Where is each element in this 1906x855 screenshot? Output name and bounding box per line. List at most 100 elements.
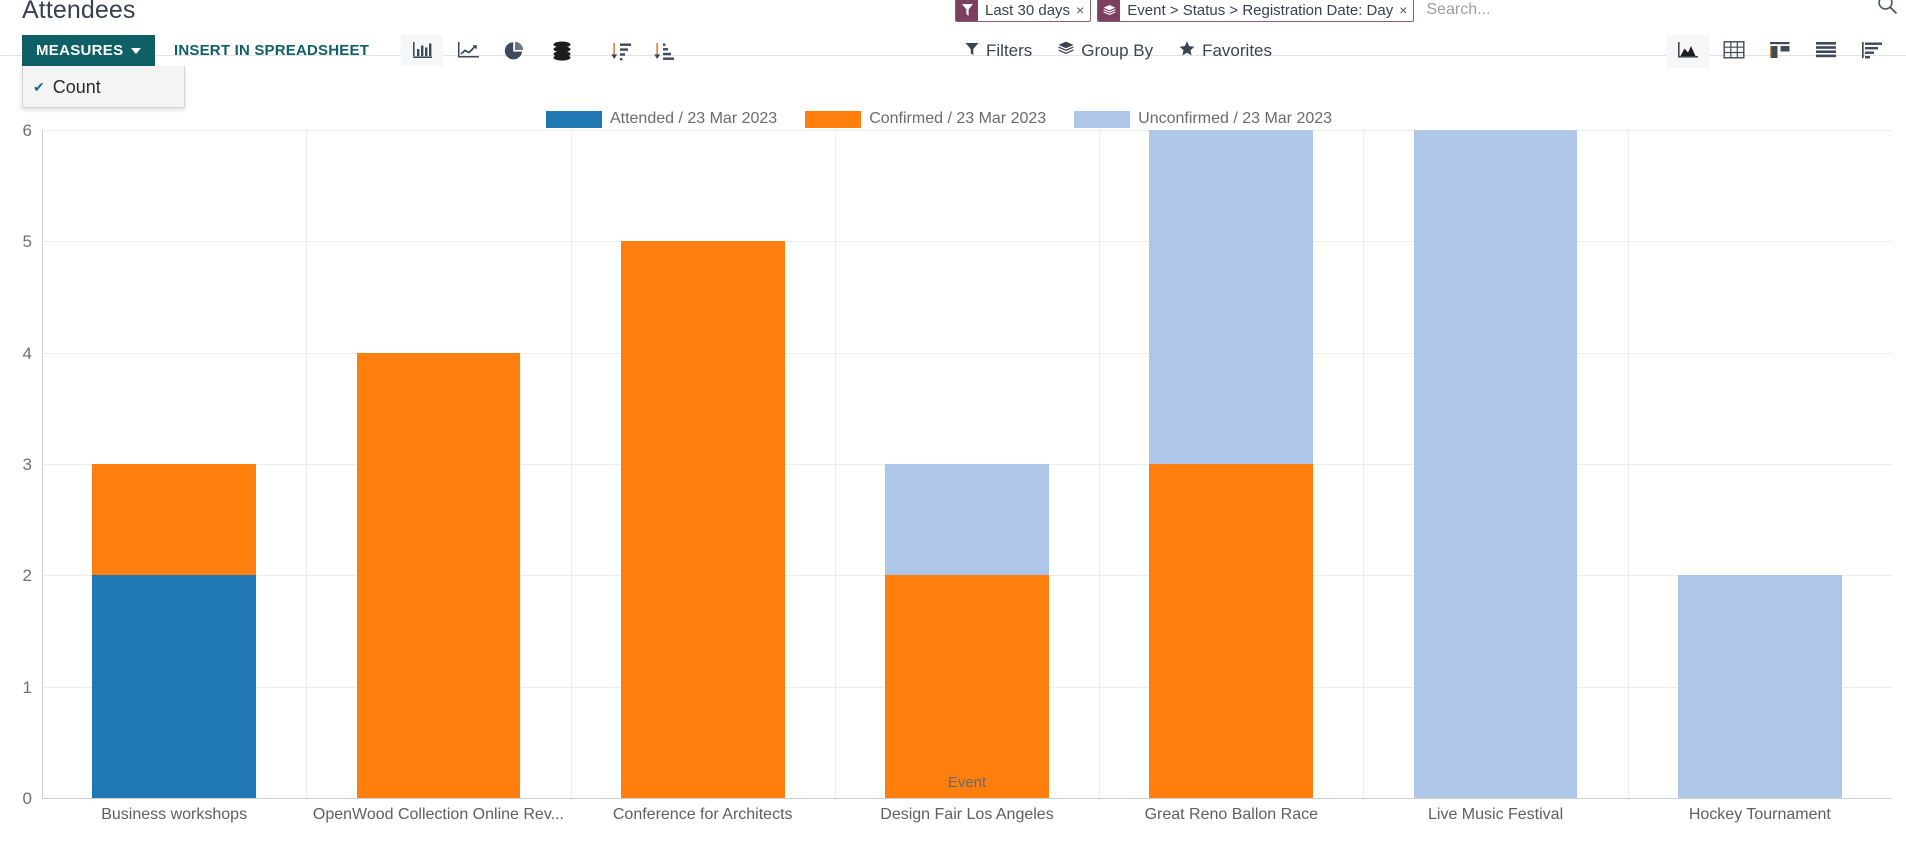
- x-axis-tick-label: Design Fair Los Angeles: [880, 806, 1054, 823]
- x-axis-title: Event: [947, 774, 987, 791]
- bar-segment[interactable]: [1413, 130, 1578, 798]
- measures-dropdown-menu[interactable]: ✔ Count: [22, 66, 185, 108]
- group-by-button[interactable]: Group By: [1058, 41, 1153, 61]
- pivot-view-icon: [1723, 40, 1745, 63]
- vertical-gridline: [1099, 130, 1101, 798]
- facet-label: Event > Status > Registration Date: Day: [1127, 1, 1394, 19]
- facet-remove-icon[interactable]: ×: [1076, 0, 1090, 21]
- insert-in-spreadsheet-button[interactable]: INSERT IN SPREADSHEET: [160, 35, 383, 66]
- bar-segment[interactable]: [620, 241, 785, 798]
- cohort-view-button[interactable]: [1850, 35, 1894, 68]
- y-axis-tick: 4: [22, 343, 32, 363]
- measures-item-label: Count: [52, 77, 101, 97]
- insert-label: INSERT IN SPREADSHEET: [174, 42, 370, 59]
- bar-segment[interactable]: [1677, 575, 1842, 798]
- x-axis-tick-label: Live Music Festival: [1427, 806, 1564, 823]
- bar-group[interactable]: [1149, 130, 1314, 798]
- legend-swatch: [545, 110, 602, 128]
- stacked-button[interactable]: [541, 35, 583, 66]
- bar-chart-button[interactable]: [401, 35, 443, 66]
- bar-segment[interactable]: [1149, 130, 1314, 464]
- favorites-button[interactable]: Favorites: [1179, 41, 1272, 61]
- measures-button[interactable]: MEASURES: [22, 35, 156, 66]
- legend-swatch: [1074, 110, 1131, 128]
- sort-descending-button[interactable]: [600, 35, 642, 66]
- kanban-view-icon: [1769, 41, 1791, 63]
- sort-ascending-icon: [653, 41, 675, 61]
- legend-item[interactable]: Attended / 23 Mar 2023: [545, 110, 778, 128]
- pie-chart-icon: [504, 41, 524, 61]
- y-axis-tick: 5: [22, 232, 32, 252]
- cohort-view-icon: [1861, 41, 1883, 63]
- list-view-button[interactable]: [1804, 35, 1848, 68]
- facet-remove-icon[interactable]: ×: [1399, 0, 1413, 21]
- vertical-gridline: [1627, 130, 1629, 798]
- graph-view-icon: [1677, 41, 1699, 63]
- x-axis-tick-label: Business workshops: [101, 806, 248, 823]
- chart-legend: Attended / 23 Mar 2023 Confirmed / 23 Mar…: [0, 110, 1906, 128]
- vertical-gridline: [1363, 130, 1365, 798]
- bar-group[interactable]: [885, 130, 1049, 798]
- graph-view-page: Attendees Last 30 days × Event > Status …: [0, 0, 1906, 855]
- star-icon: [1179, 41, 1195, 61]
- search-view[interactable]: Last 30 days × Event > Status > Registra…: [955, 0, 1906, 24]
- sort-descending-icon: [610, 41, 632, 61]
- facet-label: Last 30 days: [985, 1, 1071, 19]
- check-icon: ✔: [33, 79, 45, 95]
- bar-group[interactable]: [356, 130, 521, 798]
- graph-renderer: Attended / 23 Mar 2023 Confirmed / 23 Mar…: [0, 74, 1906, 855]
- legend-label: Unconfirmed / 23 Mar 2023: [1138, 110, 1333, 127]
- pie-chart-button[interactable]: [493, 35, 535, 66]
- legend-item[interactable]: Confirmed / 23 Mar 2023: [805, 110, 1046, 128]
- bar-segment[interactable]: [1149, 464, 1314, 798]
- y-axis-line: [42, 130, 43, 798]
- group-by-label: Group By: [1081, 41, 1154, 60]
- chart-plot-area: 0 1 2 3 4 5 6 Business workshops OpenWood Collec…: [23, 121, 1892, 823]
- bar-segment[interactable]: [92, 464, 257, 576]
- bar-group[interactable]: [620, 130, 785, 798]
- pivot-view-button[interactable]: [1712, 35, 1756, 68]
- search-dropdown-actions: Filters Group By Favorites: [965, 41, 1272, 61]
- layers-icon: [1058, 41, 1074, 61]
- control-panel-bottom: MEASURES ✔ Count INSERT IN SPREADSHEET F…: [0, 33, 1906, 108]
- facet-last-30-days[interactable]: Last 30 days ×: [955, 0, 1092, 22]
- bar-group[interactable]: [1413, 130, 1578, 798]
- favorites-label: Favorites: [1202, 41, 1273, 60]
- control-panel-top: Attendees Last 30 days × Event > Status …: [0, 0, 1906, 34]
- search-icon[interactable]: [1877, 0, 1898, 21]
- y-axis-tick: 3: [22, 455, 32, 474]
- measures-item-count[interactable]: ✔ Count: [23, 70, 184, 107]
- filters-label: Filters: [986, 41, 1033, 60]
- bar-group[interactable]: [1677, 130, 1842, 798]
- y-axis-tick: 2: [22, 566, 32, 586]
- legend-swatch: [805, 110, 862, 128]
- facet-event-status-registration[interactable]: Event > Status > Registration Date: Day …: [1097, 0, 1415, 22]
- y-axis-tick: 6: [22, 121, 32, 140]
- sort-ascending-button[interactable]: [643, 35, 685, 66]
- page-title: Attendees: [22, 0, 136, 24]
- vertical-gridline: [306, 130, 308, 798]
- legend-item[interactable]: Unconfirmed / 23 Mar 2023: [1074, 110, 1332, 128]
- y-axis-tick: 1: [22, 677, 32, 697]
- graph-view-button[interactable]: [1666, 35, 1710, 68]
- measures-label: MEASURES: [36, 42, 124, 59]
- legend-label: Attended / 23 Mar 2023: [609, 110, 778, 127]
- bar-segment[interactable]: [92, 575, 257, 798]
- filter-icon: [965, 41, 979, 61]
- bar-segment[interactable]: [885, 575, 1049, 798]
- bar-chart-icon: [412, 41, 433, 60]
- bar-segment[interactable]: [885, 464, 1049, 576]
- kanban-view-button[interactable]: [1758, 35, 1802, 68]
- chevron-down-icon: [131, 47, 142, 54]
- x-axis-tick-label: Hockey Tournament: [1688, 806, 1831, 823]
- line-chart-button[interactable]: [447, 35, 489, 66]
- legend-label: Confirmed / 23 Mar 2023: [869, 110, 1047, 127]
- bar-segment[interactable]: [356, 352, 521, 798]
- x-axis-tick-label: Conference for Architects: [612, 806, 793, 823]
- search-input[interactable]: [1420, 0, 1906, 20]
- layers-icon: [1098, 0, 1121, 21]
- line-chart-icon: [457, 41, 480, 60]
- bar-group[interactable]: [92, 130, 257, 798]
- filters-button[interactable]: Filters: [965, 41, 1032, 61]
- view-switcher: [1666, 35, 1894, 68]
